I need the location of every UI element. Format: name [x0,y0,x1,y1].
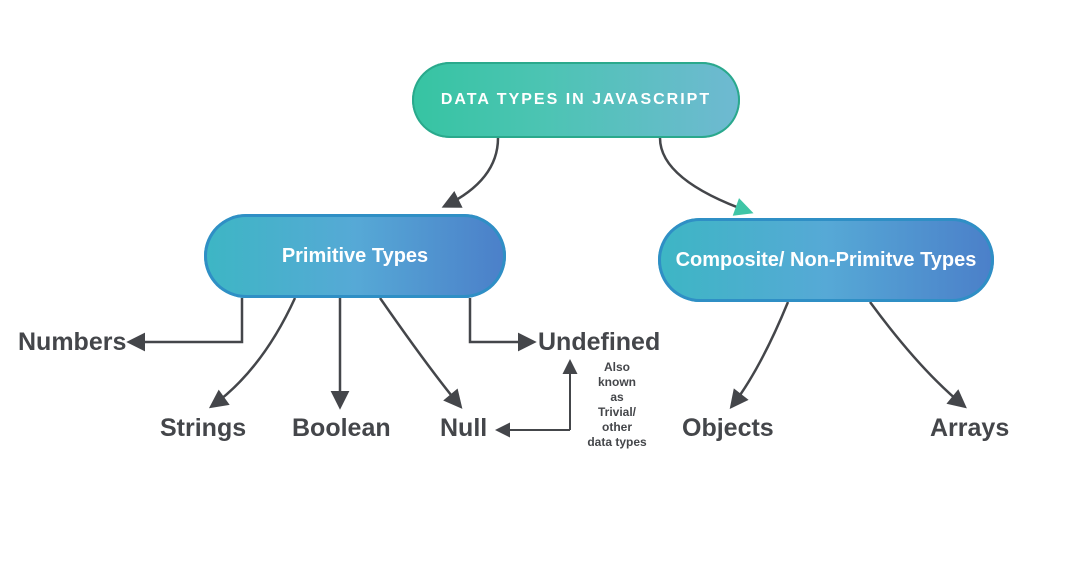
diagram-canvas: { "root": { "label": "DATA TYPES IN JAVA… [0,0,1069,581]
arrow-primitive-to-null [380,298,460,406]
arrow-root-to-composite [660,138,750,212]
leaf-null: Null [440,414,487,443]
trivial-note: Also known as Trivial/ other data types [582,360,652,450]
arrow-composite-to-objects [732,302,788,406]
composite-types-node: Composite/ Non-Primitve Types [658,218,994,302]
leaf-boolean: Boolean [292,414,391,443]
primitive-types-node: Primitive Types [204,214,506,298]
root-node: DATA TYPES IN JAVASCRIPT [412,62,740,138]
leaf-arrays: Arrays [930,414,1009,443]
leaf-objects: Objects [682,414,774,443]
leaf-undefined: Undefined [538,328,660,357]
leaf-numbers: Numbers [18,328,126,357]
arrow-primitive-to-strings [212,298,295,406]
arrow-primitive-to-numbers [130,298,242,342]
leaf-strings: Strings [160,414,246,443]
root-label: DATA TYPES IN JAVASCRIPT [441,91,711,109]
arrow-primitive-to-undefined [470,298,533,342]
primitive-label: Primitive Types [282,245,428,268]
composite-label: Composite/ Non-Primitve Types [676,248,977,273]
arrow-root-to-primitive [445,138,498,206]
arrow-composite-to-arrays [870,302,964,406]
